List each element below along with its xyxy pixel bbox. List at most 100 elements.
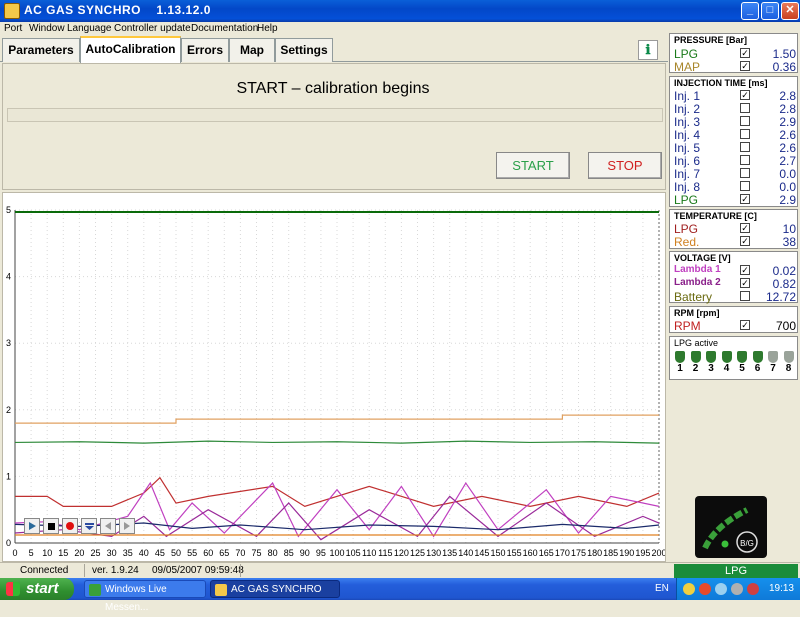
menu-documentation[interactable]: Documentation xyxy=(191,23,258,34)
app-window: AC GAS SYNCHRO 1.13.12.0 _ □ ✕ Port Wind… xyxy=(0,0,800,613)
stop-record-icon[interactable] xyxy=(43,518,59,534)
tray-security-icon[interactable] xyxy=(699,583,711,595)
start-button-taskbar[interactable]: start xyxy=(0,578,74,600)
scroll-left-icon[interactable] xyxy=(100,518,116,534)
tray-network-icon[interactable] xyxy=(715,583,727,595)
injector-icon xyxy=(675,351,685,363)
injector-indicators: 12345678 xyxy=(674,351,796,379)
x-tick-label: 195 xyxy=(635,548,650,558)
tab-errors[interactable]: Errors xyxy=(181,38,229,62)
tray-shield-icon[interactable] xyxy=(683,583,695,595)
calibration-panel: START – calibration begins START STOP xyxy=(2,63,666,190)
x-tick-label: 170 xyxy=(555,548,570,558)
temperature-group-title: TEMPERATURE [C] xyxy=(674,211,757,221)
injection-checkbox[interactable] xyxy=(740,142,750,152)
pressure-row: LPG ✓ 1.50 xyxy=(674,47,796,61)
x-tick-label: 50 xyxy=(171,548,181,558)
close-button[interactable]: ✕ xyxy=(781,2,799,20)
tab-settings[interactable]: Settings xyxy=(275,38,333,62)
pressure-group-title: PRESSURE [Bar] xyxy=(674,35,748,45)
injector-number: 4 xyxy=(723,363,730,374)
x-tick-label: 20 xyxy=(74,548,84,558)
temperature-label: Red. xyxy=(674,235,700,249)
voltage-label: Battery xyxy=(674,290,713,304)
injection-value: 2.9 xyxy=(779,193,796,207)
rpm-checkbox[interactable]: ✓ xyxy=(740,320,750,330)
windows-logo-icon xyxy=(6,582,20,596)
pressure-checkbox[interactable]: ✓ xyxy=(740,61,750,71)
voltage-checkbox[interactable]: ✓ xyxy=(740,278,750,288)
x-tick-label: 60 xyxy=(203,548,213,558)
x-tick-label: 85 xyxy=(284,548,294,558)
play-icon[interactable] xyxy=(24,518,40,534)
temperature-checkbox[interactable]: ✓ xyxy=(740,236,750,246)
save-icon[interactable] xyxy=(81,518,97,534)
injection-row: LPG ✓ 2.9 xyxy=(674,193,796,207)
menu-window[interactable]: Window xyxy=(29,23,65,34)
voltage-label: Lambda 1 xyxy=(674,264,721,275)
injection-checkbox[interactable] xyxy=(740,129,750,139)
x-tick-label: 120 xyxy=(394,548,409,558)
menu-controller-update[interactable]: Controller update xyxy=(114,23,191,34)
menu-language[interactable]: Language xyxy=(67,23,112,34)
injector-number: 7 xyxy=(770,363,776,374)
y-tick-label: 2 xyxy=(6,405,11,415)
language-indicator[interactable]: EN xyxy=(655,583,669,594)
chart-area: 0 1 2 3 4 5 0 5 10 15 20 25 30 35 40 45 50 55 60 65 70 75 80 85… xyxy=(2,192,666,562)
start-button[interactable]: START xyxy=(496,152,570,179)
injection-checkbox[interactable] xyxy=(740,181,750,191)
rpm-group: RPM [rpm] RPM ✓ 700 xyxy=(669,306,798,333)
injection-checkbox[interactable]: ✓ xyxy=(740,90,750,100)
x-tick-label: 175 xyxy=(571,548,586,558)
injector-number: 8 xyxy=(785,363,792,374)
injection-value: 2.8 xyxy=(779,89,796,103)
badge-label: B/G xyxy=(740,539,754,548)
voltage-checkbox[interactable] xyxy=(740,291,750,301)
rpm-row: RPM ✓ 700 xyxy=(674,319,796,333)
tab-autocalibration[interactable]: AutoCalibration xyxy=(80,36,181,63)
voltage-checkbox[interactable]: ✓ xyxy=(740,265,750,275)
scroll-right-icon[interactable] xyxy=(119,518,135,534)
calibration-status-title: START – calibration begins xyxy=(236,80,430,97)
injector-indicator: 3 xyxy=(705,351,717,379)
window-title: AC GAS SYNCHRO 1.13.12.0 xyxy=(24,3,211,17)
x-tick-label: 25 xyxy=(90,548,100,558)
injection-label: Inj. 4 xyxy=(674,128,701,142)
injection-value: 2.9 xyxy=(779,115,796,129)
injection-checkbox[interactable]: ✓ xyxy=(740,194,750,204)
voltage-value: 0.02 xyxy=(772,264,796,278)
x-tick-label: 115 xyxy=(378,548,392,558)
tray-device-icon[interactable] xyxy=(731,583,743,595)
x-tick-label: 95 xyxy=(316,548,326,558)
injection-checkbox[interactable] xyxy=(740,155,750,165)
tab-parameters[interactable]: Parameters xyxy=(2,38,80,62)
tab-map[interactable]: Map xyxy=(229,38,275,62)
menu-help[interactable]: Help xyxy=(257,23,278,34)
injection-checkbox[interactable] xyxy=(740,103,750,113)
maximize-button[interactable]: □ xyxy=(761,2,779,20)
app-title: AC GAS SYNCHRO xyxy=(24,3,142,17)
injector-indicator: 5 xyxy=(736,351,748,379)
injection-row: Inj. 7 0.0 xyxy=(674,167,796,181)
stop-button[interactable]: STOP xyxy=(588,152,662,179)
injection-label: Inj. 5 xyxy=(674,141,701,155)
menu-port[interactable]: Port xyxy=(4,23,22,34)
minimize-button[interactable]: _ xyxy=(741,2,759,20)
info-icon[interactable]: ℹ xyxy=(638,40,658,60)
status-datetime: 09/05/2007 09:59:48 xyxy=(152,565,244,576)
x-tick-label: 160 xyxy=(523,548,538,558)
injection-checkbox[interactable] xyxy=(740,168,750,178)
voltage-value: 12.72 xyxy=(765,290,796,304)
task-messenger[interactable]: Windows Live Messen... xyxy=(84,580,206,613)
tray-app-icon[interactable] xyxy=(747,583,759,595)
tab-strip: Parameters AutoCalibration Errors Map Se… xyxy=(0,36,668,63)
voltage-row: Battery 12.72 xyxy=(674,290,796,304)
temperature-checkbox[interactable]: ✓ xyxy=(740,223,750,233)
voltage-value: 0.82 xyxy=(772,277,796,291)
record-icon[interactable] xyxy=(62,518,78,534)
x-tick-label: 140 xyxy=(458,548,473,558)
task-ac-gas-synchro[interactable]: AC GAS SYNCHRO xyxy=(210,580,340,598)
injection-checkbox[interactable] xyxy=(740,116,750,126)
x-tick-label: 10 xyxy=(42,548,52,558)
pressure-checkbox[interactable]: ✓ xyxy=(740,48,750,58)
